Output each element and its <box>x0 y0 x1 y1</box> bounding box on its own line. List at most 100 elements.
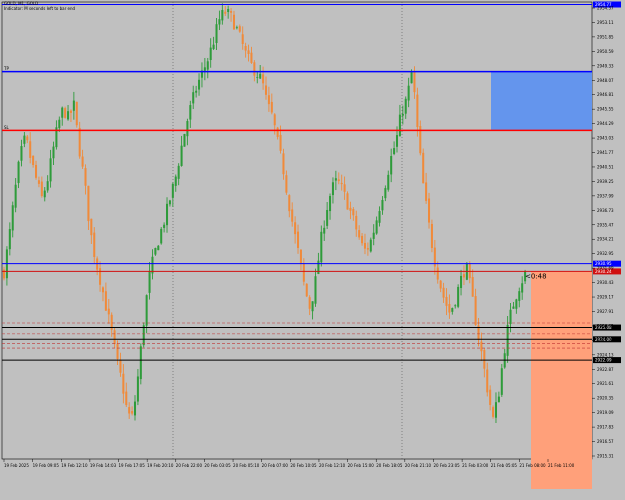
candle-body <box>253 62 256 76</box>
y-tick-label: 2920.35 <box>597 396 614 401</box>
candle-body <box>203 67 206 71</box>
candle-body <box>58 119 61 129</box>
candle-body <box>352 209 355 216</box>
candle-body <box>148 270 151 293</box>
chart-info-label: Indicator: M seconds left to bar end <box>4 6 76 11</box>
candle-body <box>168 200 171 205</box>
candle-body <box>198 79 201 90</box>
candle-body <box>308 297 311 309</box>
y-tick-label: 2935.47 <box>597 222 614 227</box>
candle-body <box>32 155 35 165</box>
candle-body <box>49 158 52 182</box>
candle-body <box>241 34 244 44</box>
y-tick-label: 2941.77 <box>597 150 614 155</box>
y-tick-label: 2915.31 <box>597 454 614 459</box>
candle-body <box>270 101 273 113</box>
candle-body <box>326 209 329 226</box>
candle-body <box>305 283 308 297</box>
candle-body <box>218 19 221 25</box>
price-tag-text: 2922.09 <box>595 358 612 363</box>
candle-body <box>26 136 29 141</box>
x-tick-label: 21 Feb 03:00 <box>462 463 489 468</box>
candle-body <box>145 295 148 326</box>
level-label: SL <box>4 125 10 130</box>
candle-body <box>395 135 399 147</box>
candle-body <box>224 11 227 14</box>
candle-body <box>259 73 262 79</box>
candle-body <box>183 133 186 147</box>
chart-canvas[interactable]: 2954.77TPSL2930.952930.242925.082924.002… <box>0 0 625 500</box>
candle-body <box>480 341 483 352</box>
candle-body <box>247 50 250 54</box>
y-tick-label: 2916.57 <box>597 439 614 444</box>
candle-body <box>273 114 276 126</box>
candle-body <box>282 153 285 175</box>
x-tick-label: 20 Feb 03:05 <box>204 463 231 468</box>
candle-body <box>442 287 445 298</box>
candle-body <box>212 44 215 50</box>
y-tick-label: 2925.39 <box>597 338 614 343</box>
stop-loss-zone <box>531 271 592 489</box>
candle-body <box>410 72 413 84</box>
candle-body <box>375 220 378 234</box>
candle-body <box>37 180 40 184</box>
candle-body <box>372 232 375 239</box>
candle-body <box>317 260 320 274</box>
y-tick-label: 2927.91 <box>597 309 614 314</box>
candle-body <box>500 368 503 395</box>
candle-body <box>413 72 416 93</box>
candle-body <box>489 389 492 405</box>
candle-body <box>337 179 340 182</box>
candle-body <box>430 223 433 248</box>
candle-body <box>244 46 247 51</box>
candle-body <box>52 146 55 159</box>
y-tick-label: 2926.65 <box>597 323 614 328</box>
candle-body <box>221 10 224 21</box>
candle-body <box>462 274 465 278</box>
price-chart[interactable]: 2954.77 TP SL 2930.95 2930.24 2925.08 2924.00 2… <box>0 0 625 500</box>
candle-body <box>209 47 212 61</box>
y-tick-label: 2924.13 <box>597 352 614 357</box>
y-tick-label: 2940.51 <box>597 164 614 169</box>
candle-body <box>250 52 253 63</box>
candle-body <box>279 134 282 151</box>
candle-body <box>363 242 366 249</box>
candle-body <box>206 61 209 70</box>
candle-body <box>195 90 198 93</box>
candle-body <box>235 27 238 29</box>
y-tick-label: 2944.29 <box>597 121 614 126</box>
candle-body <box>299 249 302 264</box>
candle-body <box>407 85 410 101</box>
candle-body <box>8 229 11 250</box>
y-tick-label: 2917.83 <box>597 425 614 430</box>
candle-body <box>512 306 515 309</box>
candle-body <box>264 85 268 95</box>
x-tick-label: 19 Feb 2025 <box>4 463 29 468</box>
y-tick-label: 2939.25 <box>597 179 614 184</box>
candle-body <box>521 283 524 293</box>
candle-body <box>285 175 288 193</box>
candle-body <box>428 198 431 223</box>
candle-body <box>262 74 265 84</box>
candle-body <box>323 227 326 234</box>
y-tick-label: 2934.21 <box>597 237 614 242</box>
candle-body <box>163 224 166 228</box>
candle-body <box>506 324 509 356</box>
candle-body <box>497 396 500 403</box>
candle-body <box>291 209 294 222</box>
y-tick-label: 2954.37 <box>597 6 614 11</box>
candle-body <box>75 101 78 126</box>
candle-body <box>320 231 323 263</box>
bar-countdown-label: <0:48 <box>525 272 547 280</box>
y-tick-label: 2929.17 <box>597 295 614 300</box>
x-tick-label: 21 Feb 05:05 <box>491 463 518 468</box>
candle-body <box>14 184 17 208</box>
candle-body <box>349 207 352 211</box>
candle-body <box>61 107 64 118</box>
candle-body <box>160 228 163 244</box>
candle-body <box>93 232 96 257</box>
candle-body <box>361 235 364 244</box>
candle-body <box>329 196 332 212</box>
x-tick-label: 20 Feb 18:05 <box>376 463 403 468</box>
candle-body <box>401 113 404 116</box>
